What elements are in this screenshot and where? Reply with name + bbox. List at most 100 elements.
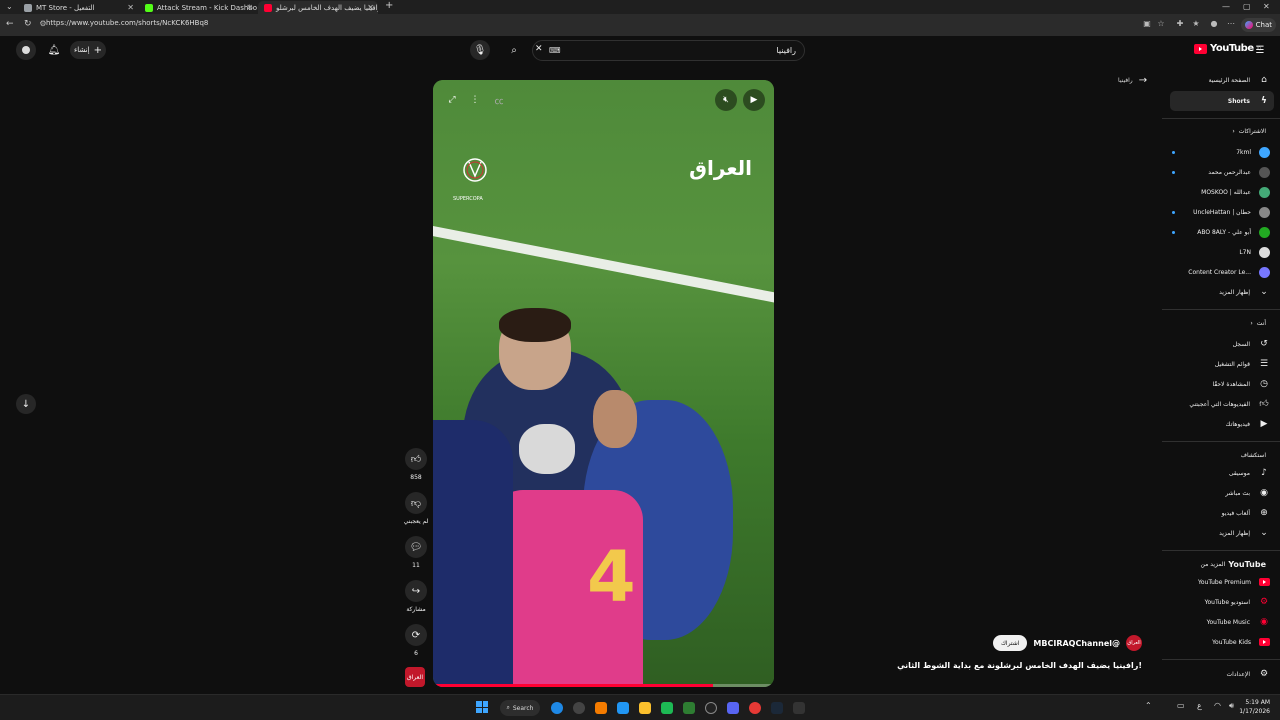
sidebar-item-youtube-studio[interactable]: YouTube استوديو ⚙: [1170, 592, 1274, 612]
favorites-icon[interactable]: ★: [1191, 19, 1201, 29]
close-icon[interactable]: ✕: [246, 3, 253, 12]
taskbar-clock[interactable]: 5:19 AM 1/17/2026: [1239, 698, 1270, 716]
tab-menu-icon[interactable]: ⌄: [6, 2, 13, 11]
volume-icon[interactable]: 🔊︎: [1229, 701, 1234, 711]
sidebar-subscription-item[interactable]: MOSKOO | عبدالله: [1170, 182, 1274, 202]
start-windows-icon[interactable]: [476, 701, 488, 713]
sidebar-subscription-item[interactable]: عبدالرحمن محمد: [1170, 162, 1274, 182]
sidebar-subscription-item[interactable]: ABO 8ALY - أبو علي: [1170, 222, 1274, 242]
tab-mt-store[interactable]: MT Store - التفعيل ✕: [18, 1, 138, 14]
new-tab-icon[interactable]: +: [385, 0, 393, 11]
copilot-chat-button[interactable]: Chat: [1240, 18, 1276, 32]
window-close-icon[interactable]: ✕: [1263, 2, 1270, 11]
play-button[interactable]: ▶: [743, 89, 765, 111]
app-icon[interactable]: [661, 702, 673, 714]
sidebar-subscription-item[interactable]: 7kml: [1170, 142, 1274, 162]
url-field[interactable]: https://www.youtube.com/shorts/NcKCK6HBq…: [46, 19, 208, 27]
favorite-star-icon[interactable]: ☆: [1156, 19, 1166, 29]
shorts-video-player[interactable]: SUPERCOPA العراق 4 ⤢ ⋮ ㏄ 🔇︎ ▶: [433, 80, 774, 687]
search-button[interactable]: ⌕: [504, 40, 524, 60]
thumbs-down-icon[interactable]: 👎︎: [405, 492, 427, 514]
keyboard-icon[interactable]: ⌨: [549, 46, 561, 55]
discord-icon[interactable]: [727, 702, 739, 714]
close-icon[interactable]: ✕: [127, 3, 134, 12]
app-icon[interactable]: [573, 702, 585, 714]
channel-handle[interactable]: @MBCIRAQChannel: [1033, 639, 1120, 648]
sidebar-item-your-videos[interactable]: فيديوهاتك ▶: [1170, 414, 1274, 434]
split-view-icon[interactable]: ▣: [1142, 19, 1152, 29]
sidebar-show-more-explore[interactable]: إظهار المزيد ⌄: [1170, 523, 1274, 543]
network-icon[interactable]: ▭: [1177, 701, 1185, 710]
remix-icon[interactable]: ⟳: [405, 624, 427, 646]
channel-avatar[interactable]: العراق: [1126, 635, 1142, 651]
search-input[interactable]: رافينيا: [776, 46, 796, 55]
mute-button[interactable]: 🔇︎: [715, 89, 737, 111]
channel-thumbnail[interactable]: العراق: [405, 667, 425, 687]
extensions-icon[interactable]: ✚: [1175, 19, 1185, 29]
app-icon[interactable]: [793, 702, 805, 714]
progress-bar[interactable]: [433, 684, 774, 687]
sidebar-subscription-item[interactable]: UncleHattan | حطان: [1170, 202, 1274, 222]
maximize-icon[interactable]: ▢: [1243, 2, 1251, 11]
steam-icon[interactable]: [771, 702, 783, 714]
more-menu-icon[interactable]: ⋯: [1226, 19, 1236, 29]
sidebar-item-settings[interactable]: الإعدادات ⚙: [1170, 664, 1274, 684]
vlc-icon[interactable]: [595, 702, 607, 714]
sidebar-item-history[interactable]: السجل ↺: [1170, 334, 1274, 354]
more-options-icon[interactable]: ⋮: [464, 89, 486, 111]
create-button[interactable]: إنشاء +: [70, 41, 106, 59]
sidebar-item-youtube-music[interactable]: YouTube Music ◉: [1170, 612, 1274, 632]
search-box[interactable]: ✕ ⌨ رافينيا: [532, 40, 805, 61]
video-title[interactable]: رافينيا يضيف الهدف الخامس لبرشلونة مع بد…: [897, 661, 1142, 670]
subscribe-button[interactable]: اشتراك: [992, 635, 1028, 651]
account-avatar[interactable]: [16, 40, 36, 60]
sidebar-item-home[interactable]: الصفحة الرئيسية ⌂: [1170, 70, 1274, 90]
sidebar-item-liked-videos[interactable]: الفيديوهات التي أعجبتني 👍︎: [1170, 394, 1274, 414]
minimize-icon[interactable]: —: [1222, 2, 1230, 11]
remix-action[interactable]: ⟳ 6: [404, 624, 428, 657]
comment-icon[interactable]: 💬︎: [405, 536, 427, 558]
comments-action[interactable]: 💬︎ 11: [404, 536, 428, 569]
chrome-icon[interactable]: [749, 702, 761, 714]
clear-search-icon[interactable]: ✕: [535, 44, 543, 54]
xbox-icon[interactable]: [683, 702, 695, 714]
like-action[interactable]: 👍︎ 858: [404, 448, 428, 481]
reload-icon[interactable]: ↻: [24, 19, 32, 29]
language-indicator[interactable]: ع: [1197, 701, 1202, 710]
you-heading[interactable]: › أنت: [1250, 320, 1266, 327]
profile-icon[interactable]: ●: [1209, 19, 1219, 29]
sidebar-item-gaming[interactable]: ألعاب فيديو ⊕: [1170, 503, 1274, 523]
sidebar-item-youtube-kids[interactable]: YouTube Kids: [1170, 632, 1274, 652]
wifi-icon[interactable]: ◠: [1214, 701, 1221, 710]
share-action[interactable]: ↪ مشاركة: [404, 580, 428, 613]
app-icon[interactable]: [705, 702, 717, 714]
sidebar-item-playlists[interactable]: قوائم التشغيل ☰: [1170, 354, 1274, 374]
tab-kick-dashboard[interactable]: Attack Stream - Kick Dashboard ✕: [139, 1, 257, 14]
notifications-button[interactable]: 🔔︎: [44, 40, 64, 60]
fullscreen-icon[interactable]: ⤢: [441, 89, 463, 111]
share-icon[interactable]: ↪: [405, 580, 427, 602]
dislike-action[interactable]: 👎︎ لم يعجبني: [399, 492, 433, 525]
edge-browser-icon[interactable]: [551, 702, 563, 714]
sidebar-subscription-item[interactable]: L7N: [1170, 242, 1274, 262]
guide-menu-button[interactable]: ☰: [1250, 40, 1270, 60]
subscriptions-heading[interactable]: › الاشتراكات: [1232, 128, 1266, 135]
voice-search-button[interactable]: 🎙︎: [470, 40, 490, 60]
file-explorer-icon[interactable]: [639, 702, 651, 714]
thumbs-up-icon[interactable]: 👍︎: [405, 448, 427, 470]
tab-youtube-short[interactable]: رافينيا يضيف الهدف الخامس لبرشلو ✕: [258, 1, 378, 14]
sidebar-item-live[interactable]: بث مباشر ◉: [1170, 483, 1274, 503]
sidebar-subscription-item[interactable]: Content Creator Le...: [1170, 262, 1274, 282]
sidebar-item-shorts[interactable]: Shorts ϟ: [1170, 91, 1274, 111]
sidebar-item-music[interactable]: موسيقى ♪: [1170, 463, 1274, 483]
taskbar-search[interactable]: ⌕ Search: [500, 700, 540, 716]
next-short-button[interactable]: ↓: [16, 394, 36, 414]
back-to-search[interactable]: رافينيا →: [1118, 75, 1147, 86]
sidebar-item-watch-later[interactable]: المشاهدة لاحقًا ◷: [1170, 374, 1274, 394]
mail-icon[interactable]: [617, 702, 629, 714]
sidebar-show-more-subs[interactable]: إظهار المزيد ⌄: [1170, 282, 1274, 302]
captions-icon[interactable]: ㏄: [488, 89, 510, 111]
sidebar-item-youtube-premium[interactable]: YouTube Premium: [1170, 572, 1274, 592]
back-arrow-icon[interactable]: ←: [6, 19, 14, 29]
tray-overflow-icon[interactable]: ⌃: [1145, 701, 1152, 710]
